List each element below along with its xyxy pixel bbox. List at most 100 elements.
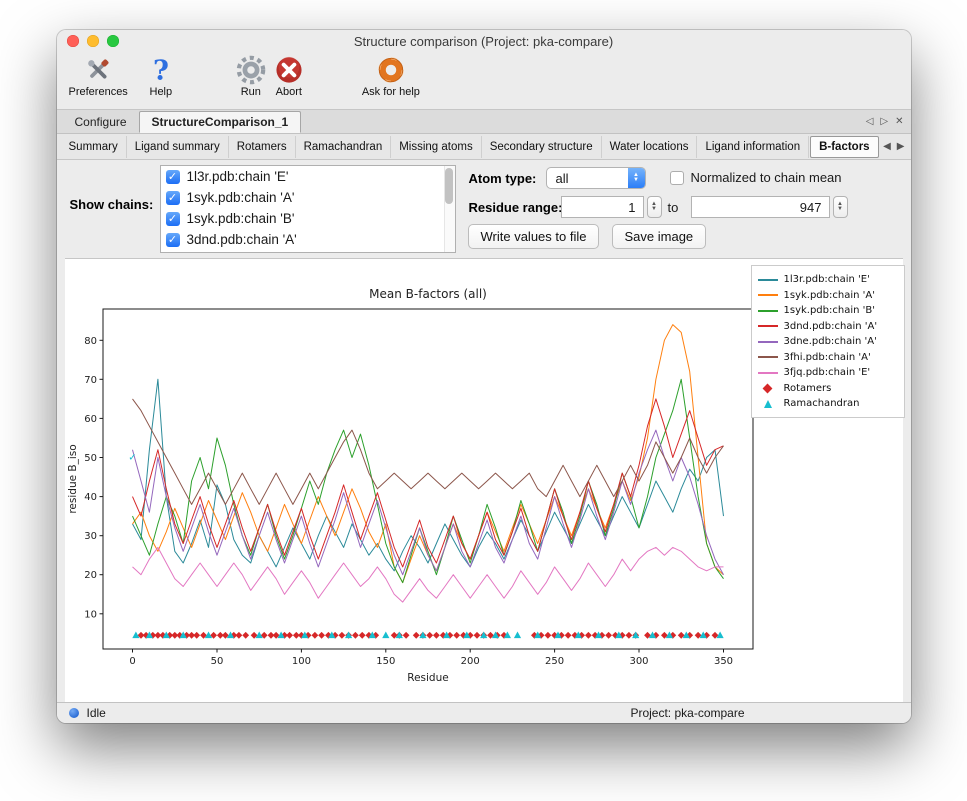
traffic-lights: [67, 35, 119, 47]
help-button-label: Help: [150, 86, 173, 98]
help-icon: ?: [146, 55, 176, 85]
help-button[interactable]: ?Help: [146, 55, 176, 98]
titlebar: Structure comparison (Project: pka-compa…: [57, 30, 911, 52]
write-values-button[interactable]: Write values to file: [468, 224, 600, 249]
controls-panel: Show chains: ✓1l3r.pdb:chain 'E'✓1syk.pd…: [57, 160, 911, 258]
svg-text:40: 40: [84, 492, 97, 503]
legend-label: 3dne.pdb:chain 'A': [784, 336, 877, 347]
abort-button[interactable]: Abort: [274, 55, 304, 98]
save-image-button[interactable]: Save image: [612, 224, 707, 249]
legend-label: 1syk.pdb:chain 'B': [784, 305, 876, 316]
zoom-window-button[interactable]: [107, 35, 119, 47]
y-axis-label: residue B_iso: [67, 444, 79, 513]
legend-label: Ramachandran: [784, 398, 860, 409]
tab-nav-right-icon[interactable]: ▷: [880, 116, 888, 127]
normalized-label: Normalized to chain mean: [691, 170, 842, 185]
legend-line-swatch: [758, 279, 778, 281]
chain-list-scrollbar[interactable]: [444, 166, 455, 252]
legend-line-swatch: [758, 341, 778, 343]
svg-text:50: 50: [210, 656, 223, 667]
ask-button-label: Ask for help: [362, 86, 420, 98]
legend-line-swatch: [758, 294, 778, 296]
legend-entry: Rotamers: [758, 381, 898, 397]
subtab-b-factors[interactable]: B-factors: [810, 136, 878, 158]
legend-diamond-swatch: [758, 385, 778, 392]
svg-text:50: 50: [84, 453, 97, 464]
svg-text:300: 300: [629, 656, 648, 667]
chain-checkbox[interactable]: ✓: [166, 233, 180, 247]
subtab-ligand-information[interactable]: Ligand information: [697, 136, 809, 158]
tab-configure[interactable]: Configure: [63, 111, 139, 133]
run-button[interactable]: Run: [236, 55, 266, 98]
chain-label: 3dnd.pdb:chain 'A': [187, 232, 297, 247]
atom-type-label: Atom type:: [469, 171, 537, 186]
subtab-ramachandran[interactable]: Ramachandran: [296, 136, 392, 158]
legend-entry: 1syk.pdb:chain 'A': [758, 288, 898, 304]
svg-text:20: 20: [84, 570, 97, 581]
chain-list-item[interactable]: ✓ 1l3r.pdb:chain 'E': [161, 166, 455, 187]
statusbar: Idle Project: pka-compare: [57, 702, 911, 723]
svg-text:10: 10: [84, 609, 97, 620]
atom-type-value: all: [556, 171, 569, 186]
svg-text:?: ?: [153, 55, 169, 85]
chain-checkbox[interactable]: ✓: [166, 170, 180, 184]
minimize-window-button[interactable]: [87, 35, 99, 47]
scrollbar-thumb[interactable]: [445, 168, 453, 204]
chain-checkbox[interactable]: ✓: [166, 212, 180, 226]
status-text: Idle: [87, 706, 106, 720]
subtab-nav-right-icon[interactable]: ▶: [897, 141, 905, 152]
residue-from-input[interactable]: 1: [561, 196, 644, 218]
subtab-ligand-summary[interactable]: Ligand summary: [127, 136, 229, 158]
legend-label: 3fhi.pdb:chain 'A': [784, 352, 871, 363]
residue-to-stepper[interactable]: ▲▼: [833, 196, 848, 218]
atom-type-select[interactable]: all ▲▼: [546, 167, 646, 189]
svg-text:0: 0: [129, 656, 135, 667]
run-button-label: Run: [241, 86, 261, 98]
chain-label: 1l3r.pdb:chain 'E': [187, 169, 289, 184]
subtab-nav-left-icon[interactable]: ◀: [883, 141, 891, 152]
svg-text:350: 350: [713, 656, 732, 667]
preferences-icon: [83, 55, 113, 85]
close-window-button[interactable]: [67, 35, 79, 47]
preferences-button[interactable]: Preferences: [69, 55, 128, 98]
chart-title: Mean B-factors (all): [369, 287, 487, 301]
legend-label: 1syk.pdb:chain 'A': [784, 290, 875, 301]
svg-text:30: 30: [84, 531, 97, 542]
legend-entry: Ramachandran: [758, 396, 898, 412]
legend-entry: 1syk.pdb:chain 'B': [758, 303, 898, 319]
residue-to-input[interactable]: 947: [691, 196, 830, 218]
subtab-missing-atoms[interactable]: Missing atoms: [391, 136, 482, 158]
legend-entry: 3dnd.pdb:chain 'A': [758, 319, 898, 335]
legend-line-swatch: [758, 372, 778, 374]
normalized-checkbox[interactable]: [670, 171, 684, 185]
chain-list-item[interactable]: ✓ 1syk.pdb:chain 'A': [161, 187, 455, 208]
legend-triangle-swatch: [758, 400, 778, 408]
normalized-checkbox-row[interactable]: Normalized to chain mean: [670, 170, 842, 185]
subtab-secondary-structure[interactable]: Secondary structure: [482, 136, 602, 158]
legend-entry: 1l3r.pdb:chain 'E': [758, 272, 898, 288]
svg-text:150: 150: [376, 656, 395, 667]
chain-list[interactable]: ✓ 1l3r.pdb:chain 'E' ✓ 1syk.pdb:chain 'A' ✓ 1…: [160, 165, 456, 253]
chain-list-item[interactable]: ✓ 3dnd.pdb:chain 'A': [161, 229, 455, 250]
chain-list-item[interactable]: ✓ 1syk.pdb:chain 'B': [161, 208, 455, 229]
subtab-summary[interactable]: Summary: [61, 136, 127, 158]
x-axis-label: Residue: [407, 672, 448, 684]
legend-entry: 3fjq.pdb:chain 'E': [758, 365, 898, 381]
plot-area: 0501001502002503003501020304050607080✓Me…: [65, 258, 903, 702]
tab-nav-left-icon[interactable]: ◁: [866, 116, 874, 127]
chart-legend: 1l3r.pdb:chain 'E' 1syk.pdb:chain 'A' 1syk…: [751, 265, 905, 418]
window-title: Structure comparison (Project: pka-compa…: [354, 34, 613, 49]
combo-stepper-icon[interactable]: ▲▼: [628, 168, 645, 188]
svg-text:250: 250: [545, 656, 564, 667]
chain-label: 1syk.pdb:chain 'B': [187, 211, 295, 226]
tab-structurecomparison-1[interactable]: StructureComparison_1: [139, 111, 302, 133]
tab-close-icon[interactable]: ✕: [895, 116, 903, 127]
subtab-water-locations[interactable]: Water locations: [602, 136, 698, 158]
residue-from-stepper[interactable]: ▲▼: [647, 196, 662, 218]
ask-button[interactable]: Ask for help: [362, 55, 420, 98]
chain-label: 1syk.pdb:chain 'A': [187, 190, 295, 205]
run-gear-icon: [236, 55, 266, 85]
subtab-rotamers[interactable]: Rotamers: [229, 136, 296, 158]
legend-label: 3fjq.pdb:chain 'E': [784, 367, 871, 378]
chain-checkbox[interactable]: ✓: [166, 191, 180, 205]
